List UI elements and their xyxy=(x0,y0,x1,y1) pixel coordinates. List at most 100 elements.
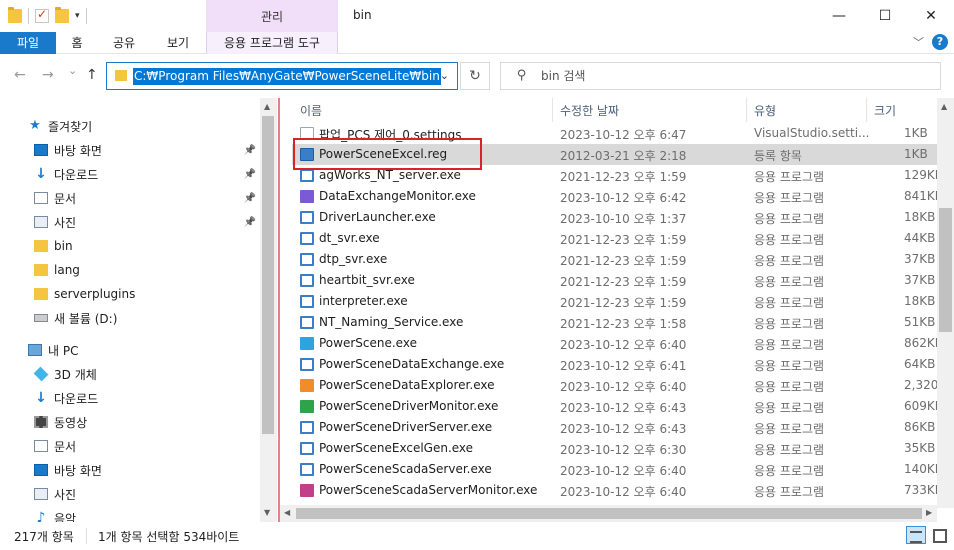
table-row[interactable]: 팝업_PCS 제어_0.settings 2023-10-12 오후 6:47 Vi… xyxy=(292,123,937,144)
sidebar-item[interactable]: ↓ 다운로드 📌 xyxy=(0,162,260,186)
new-folder-icon[interactable] xyxy=(55,7,69,23)
table-row[interactable]: agWorks_NT_server.exe 2021-12-23 오후 1:59 응… xyxy=(292,165,937,186)
details-view-icon[interactable] xyxy=(906,526,926,544)
help-icon[interactable]: ? xyxy=(932,34,948,50)
sidebar-item[interactable]: 사진 xyxy=(0,482,260,506)
horizontal-scrollbar-thumb[interactable] xyxy=(296,508,922,519)
table-row[interactable]: DataExchangeMonitor.exe 2023-10-12 오후 6:4… xyxy=(292,186,937,207)
up-arrow-icon[interactable]: ↑ xyxy=(86,67,98,83)
download-icon: ↓ xyxy=(35,390,47,406)
tab-home[interactable]: 홈 xyxy=(58,32,96,54)
sidebar-item[interactable]: serverplugins xyxy=(0,282,260,306)
collapse-ribbon-icon[interactable]: ﹀ xyxy=(913,34,924,50)
sidebar-item[interactable]: 동영상 xyxy=(0,410,260,434)
table-row[interactable]: PowerSceneDriverServer.exe 2023-10-12 오후 … xyxy=(292,417,937,438)
column-name[interactable]: 이름 xyxy=(300,102,322,119)
maximize-button[interactable]: ☐ xyxy=(862,0,908,32)
sidebar-item[interactable]: 사진 📌 xyxy=(0,210,260,234)
file-date: 2021-12-23 오후 1:59 xyxy=(560,296,687,310)
tab-view[interactable]: 보기 xyxy=(158,32,198,54)
pin-icon[interactable]: 📌 xyxy=(244,193,256,204)
customize-toolbar-icon[interactable]: ▾ xyxy=(75,11,80,21)
sidebar-item[interactable]: 3D 개체 xyxy=(0,362,260,386)
refresh-button[interactable]: ↻ xyxy=(460,62,490,90)
back-arrow-icon[interactable]: ← xyxy=(14,67,26,83)
search-input[interactable] xyxy=(541,67,921,85)
sidebar-item[interactable]: 문서 📌 xyxy=(0,186,260,210)
tab-share[interactable]: 공유 xyxy=(104,32,144,54)
file-name: PowerSceneDataExplorer.exe xyxy=(319,378,495,392)
chevron-down-icon[interactable]: ⌄ xyxy=(440,69,449,82)
sidebar-item-label: 음악 xyxy=(54,511,77,523)
table-row[interactable]: heartbit_svr.exe 2021-12-23 오후 1:59 응용 프로그… xyxy=(292,270,937,291)
status-divider xyxy=(86,528,87,544)
nav-scrollbar-thumb[interactable] xyxy=(262,116,274,434)
table-row[interactable]: NT_Naming_Service.exe 2021-12-23 오후 1:58 응… xyxy=(292,312,937,333)
table-row[interactable]: PowerSceneScadaServerMonitor.exe 2023-10-… xyxy=(292,480,937,501)
scroll-up-icon[interactable]: ▲ xyxy=(941,102,947,111)
column-divider[interactable] xyxy=(866,98,867,122)
scroll-right-icon[interactable]: ▶ xyxy=(926,508,932,517)
objects-3d-icon xyxy=(33,366,49,382)
table-row[interactable]: PowerSceneExcel.reg 2012-03-21 오후 2:18 등록 … xyxy=(292,144,937,165)
pin-icon[interactable]: 📌 xyxy=(244,217,256,228)
sidebar-item[interactable]: 바탕 화면 xyxy=(0,458,260,482)
address-path[interactable]: C:₩Program Files₩AnyGate₩PowerSceneLite₩… xyxy=(133,68,441,85)
navigation-pane: ★ 즐겨찾기 바탕 화면 📌 ↓ 다운로드 📌 문서 📌 사진 📌 bin lang serverplug… xyxy=(0,98,278,522)
nav-scrollbar[interactable]: ▲ ▼ xyxy=(260,98,277,522)
file-list-scrollbar[interactable]: ▲ xyxy=(937,98,954,508)
table-row[interactable]: dt_svr.exe 2021-12-23 오후 1:59 응용 프로그램 44KB xyxy=(292,228,937,249)
column-type[interactable]: 유형 xyxy=(754,102,776,119)
scroll-up-icon[interactable]: ▲ xyxy=(264,102,270,111)
scroll-down-icon[interactable]: ▼ xyxy=(264,508,270,517)
folder-icon[interactable] xyxy=(8,7,22,23)
file-size: 140KB xyxy=(904,462,937,476)
table-row[interactable]: PowerSceneScadaServer.exe 2023-10-12 오후 6… xyxy=(292,459,937,480)
sidebar-item[interactable]: 내 PC xyxy=(0,338,260,362)
table-row[interactable]: PowerScene.exe 2023-10-12 오후 6:40 응용 프로그램 8… xyxy=(292,333,937,354)
address-bar[interactable]: C:₩Program Files₩AnyGate₩PowerSceneLite₩… xyxy=(106,62,458,90)
executable-icon xyxy=(300,211,314,224)
table-row[interactable]: PowerSceneExcelGen.exe 2023-10-12 오후 6:30… xyxy=(292,438,937,459)
sidebar-item[interactable]: ★ 즐겨찾기 xyxy=(0,114,260,138)
file-size: 733KB xyxy=(904,483,937,497)
search-box[interactable]: ⚲ xyxy=(500,62,941,90)
table-row[interactable]: DriverLauncher.exe 2023-10-10 오후 1:37 응용 프… xyxy=(292,207,937,228)
table-row[interactable]: PowerSceneDataExplorer.exe 2023-10-12 오후 … xyxy=(292,375,937,396)
sidebar-item[interactable]: lang xyxy=(0,258,260,282)
sidebar-item[interactable]: ↓ 다운로드 xyxy=(0,386,260,410)
pin-icon[interactable]: 📌 xyxy=(244,169,256,180)
table-row[interactable]: dtp_svr.exe 2021-12-23 오후 1:59 응용 프로그램 37KB xyxy=(292,249,937,270)
pin-icon[interactable]: 📌 xyxy=(244,145,256,156)
scroll-left-icon[interactable]: ◀ xyxy=(284,508,290,517)
sidebar-item[interactable]: 문서 xyxy=(0,434,260,458)
tab-file[interactable]: 파일 xyxy=(0,32,56,54)
sidebar-item[interactable]: ♪ 음악 xyxy=(0,506,260,522)
file-list-scrollbar-thumb[interactable] xyxy=(939,208,952,332)
recent-locations-icon[interactable]: ⌄ xyxy=(68,64,77,77)
sidebar-item-label: 사진 xyxy=(54,487,77,502)
column-size[interactable]: 크기 xyxy=(874,102,896,119)
tab-application-tools[interactable]: 응용 프로그램 도구 xyxy=(206,32,338,54)
sidebar-item[interactable]: bin xyxy=(0,234,260,258)
horizontal-scrollbar[interactable]: ◀ ▶ xyxy=(280,505,937,522)
column-divider[interactable] xyxy=(746,98,747,122)
sidebar-item[interactable]: 바탕 화면 📌 xyxy=(0,138,260,162)
properties-icon[interactable] xyxy=(35,7,49,23)
forward-arrow-icon[interactable]: → xyxy=(42,67,54,83)
close-button[interactable]: ✕ xyxy=(908,0,954,32)
file-date: 2023-10-12 오후 6:47 xyxy=(560,128,687,142)
column-divider[interactable] xyxy=(552,98,553,122)
minimize-button[interactable]: — xyxy=(816,0,862,32)
table-row[interactable]: PowerSceneDriverMonitor.exe 2023-10-12 오후… xyxy=(292,396,937,417)
column-date[interactable]: 수정한 날짜 xyxy=(560,102,619,119)
quick-access-toolbar: ▾ xyxy=(8,7,87,24)
sidebar-item[interactable]: 새 볼륨 (D:) xyxy=(0,306,260,330)
large-icons-view-icon[interactable] xyxy=(930,526,948,544)
sidebar-item-label: 사진 xyxy=(54,215,77,230)
pane-divider[interactable] xyxy=(278,98,280,522)
file-date: 2023-10-12 오후 6:40 xyxy=(560,485,687,499)
file-name: PowerSceneDataExchange.exe xyxy=(319,357,505,371)
table-row[interactable]: PowerSceneDataExchange.exe 2023-10-12 오후 … xyxy=(292,354,937,375)
table-row[interactable]: interpreter.exe 2021-12-23 오후 1:59 응용 프로그램… xyxy=(292,291,937,312)
